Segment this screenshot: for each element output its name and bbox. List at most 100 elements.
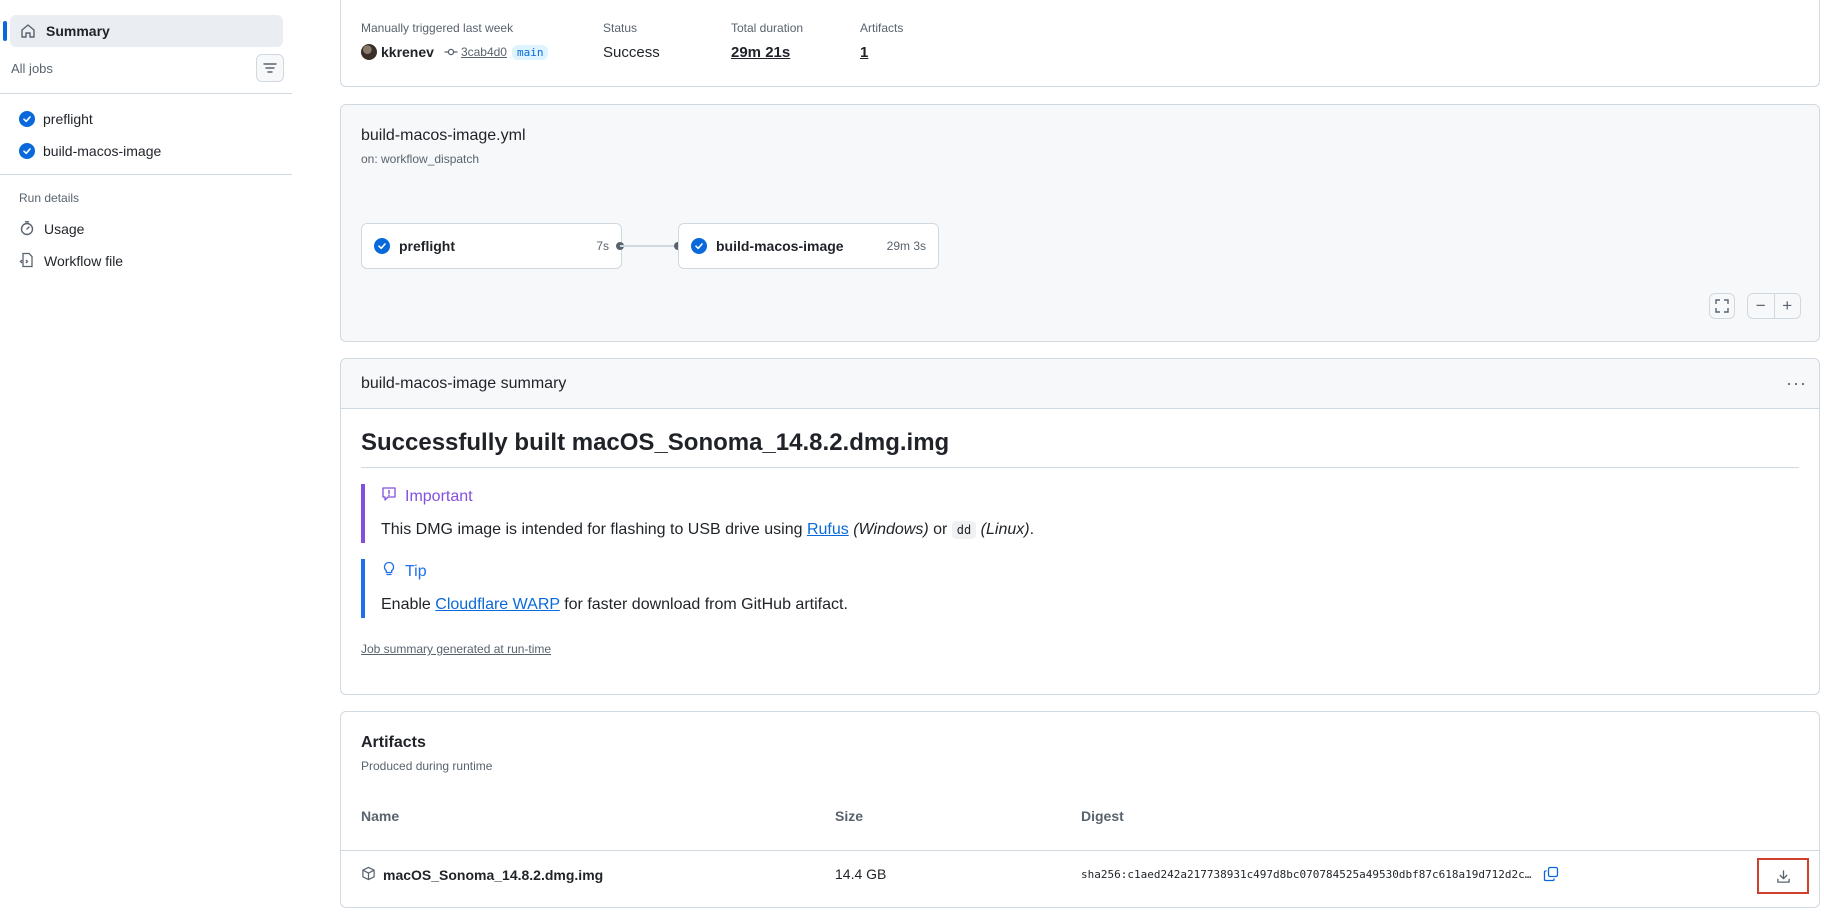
status-info: Status Success: [603, 21, 660, 61]
sidebar-job-build-macos-image[interactable]: build-macos-image: [19, 139, 161, 163]
artifacts-title: Artifacts: [361, 734, 426, 751]
summary-heading: Successfully built macOS_Sonoma_14.8.2.d…: [361, 429, 1799, 468]
all-jobs-label: All jobs: [11, 60, 53, 76]
run-details-heading: Run details: [19, 191, 80, 205]
sidebar-item-label: Usage: [44, 221, 85, 237]
check-circle-icon: [19, 111, 35, 127]
duration-info: Total duration 29m 21s: [731, 21, 803, 61]
column-header-size: Size: [835, 808, 864, 824]
check-circle-icon: [19, 143, 35, 159]
trigger-details: kkrenev 3cab4d0 main: [361, 44, 549, 60]
body-text: Enable: [381, 596, 436, 613]
fullscreen-icon: [1715, 299, 1729, 313]
artifacts-card: Artifacts Produced during runtime Name S…: [340, 711, 1820, 908]
actor-link[interactable]: kkrenev: [381, 44, 434, 60]
inline-code: dd: [951, 521, 977, 539]
workflow-graph-card: build-macos-image.yml on: workflow_dispa…: [340, 104, 1820, 342]
alert-title-text: Important: [405, 487, 473, 505]
zoom-controls: − +: [1747, 293, 1801, 319]
workflow-file-name: build-macos-image.yml: [361, 127, 526, 144]
tip-alert: Tip Enable Cloudflare WARP for faster do…: [361, 559, 1799, 618]
git-commit-icon: [444, 45, 458, 59]
package-icon: [361, 866, 376, 884]
artifact-digest: sha256:c1aed242a217738931c497d8bc0707845…: [1081, 867, 1532, 881]
sidebar-job-preflight[interactable]: preflight: [19, 107, 93, 131]
column-header-digest: Digest: [1081, 808, 1124, 824]
active-indicator: [3, 21, 7, 41]
job-summary-card: build-macos-image summary ··· Successful…: [340, 358, 1820, 695]
kebab-horizontal-icon[interactable]: ···: [1786, 373, 1807, 394]
duration-link[interactable]: 29m 21s: [731, 44, 790, 61]
sidebar-item-usage[interactable]: Usage: [19, 217, 84, 241]
artifacts-subtitle: Produced during runtime: [361, 759, 493, 773]
alert-title: Tip: [381, 561, 1799, 582]
sidebar-item-label: Workflow file: [44, 253, 124, 269]
filter-button[interactable]: [256, 54, 284, 82]
workflow-trigger: on: workflow_dispatch: [361, 152, 480, 166]
sidebar: Summary All jobs preflight build-macos-i…: [0, 0, 292, 919]
sidebar-job-label: preflight: [43, 111, 93, 127]
artifacts-info: Artifacts 1: [860, 21, 903, 61]
alert-title-text: Tip: [405, 562, 427, 580]
sidebar-item-summary[interactable]: Summary: [3, 15, 283, 47]
avatar[interactable]: [361, 44, 377, 60]
status-value: Success: [603, 44, 660, 61]
zoom-in-button[interactable]: +: [1775, 294, 1801, 318]
job-connector: [620, 245, 674, 247]
graph-job-build-macos-image[interactable]: build-macos-image 29m 3s: [678, 223, 939, 269]
run-summary-card: Manually triggered last week kkrenev 3ca…: [340, 0, 1820, 87]
graph-job-preflight[interactable]: preflight 7s: [361, 223, 622, 269]
column-header-name: Name: [361, 808, 400, 824]
branch-label[interactable]: main: [511, 44, 549, 60]
divider: [0, 93, 292, 94]
rufus-link[interactable]: Rufus: [807, 521, 849, 538]
trigger-label: Manually triggered last week: [361, 21, 514, 35]
graph-job-duration: 7s: [596, 239, 609, 253]
body-text: for faster download from GitHub artifact…: [559, 596, 848, 613]
filter-icon: [263, 63, 277, 73]
light-bulb-icon: [381, 561, 397, 582]
divider: [0, 174, 292, 175]
alert-body: This DMG image is intended for flashing …: [381, 521, 1799, 539]
cloudflare-warp-link[interactable]: Cloudflare WARP: [435, 596, 560, 613]
trigger-info: Manually triggered last week kkrenev 3ca…: [361, 21, 549, 60]
fullscreen-button[interactable]: [1709, 293, 1735, 319]
download-button[interactable]: [1757, 858, 1809, 894]
job-summary-title: build-macos-image summary: [361, 374, 567, 392]
zoom-out-button[interactable]: −: [1748, 294, 1775, 318]
important-alert: Important This DMG image is intended for…: [361, 484, 1799, 543]
job-summary-markdown: Successfully built macOS_Sonoma_14.8.2.d…: [341, 429, 1819, 656]
all-jobs-row: All jobs: [11, 52, 284, 84]
check-circle-icon: [374, 238, 390, 254]
alert-title: Important: [381, 486, 1799, 507]
body-text: (Windows): [853, 521, 929, 538]
sidebar-item-label: Summary: [46, 23, 110, 39]
commit-sha-link[interactable]: 3cab4d0: [461, 45, 507, 59]
status-label: Status: [603, 21, 638, 35]
report-icon: [381, 486, 397, 507]
artifact-digest-cell: sha256:c1aed242a217738931c497d8bc0707845…: [1081, 866, 1559, 882]
artifacts-count[interactable]: 1: [860, 44, 903, 61]
file-code-icon: [19, 252, 35, 271]
graph-job-name: build-macos-image: [716, 238, 844, 254]
body-text: .: [1029, 521, 1035, 538]
artifact-name-cell[interactable]: macOS_Sonoma_14.8.2.dmg.img: [361, 866, 603, 884]
copy-icon[interactable]: [1543, 866, 1559, 882]
body-text: This DMG image is intended for flashing …: [381, 521, 807, 538]
artifact-name[interactable]: macOS_Sonoma_14.8.2.dmg.img: [383, 867, 603, 883]
download-icon: [1776, 869, 1790, 883]
table-divider: [341, 850, 1819, 851]
body-text: or: [928, 521, 952, 538]
generated-note-link[interactable]: Job summary generated at run-time: [361, 642, 1799, 656]
check-circle-icon: [691, 238, 707, 254]
graph-job-name: preflight: [399, 238, 455, 254]
stopwatch-icon: [19, 220, 35, 239]
duration-value[interactable]: 29m 21s: [731, 44, 803, 61]
sidebar-job-label: build-macos-image: [43, 143, 162, 159]
artifacts-count-link[interactable]: 1: [860, 44, 868, 61]
graph-job-duration: 29m 3s: [886, 239, 926, 253]
artifact-size: 14.4 GB: [835, 866, 887, 882]
sidebar-item-workflow-file[interactable]: Workflow file: [19, 249, 123, 273]
artifacts-count-label: Artifacts: [860, 21, 904, 35]
home-icon: [20, 23, 36, 39]
